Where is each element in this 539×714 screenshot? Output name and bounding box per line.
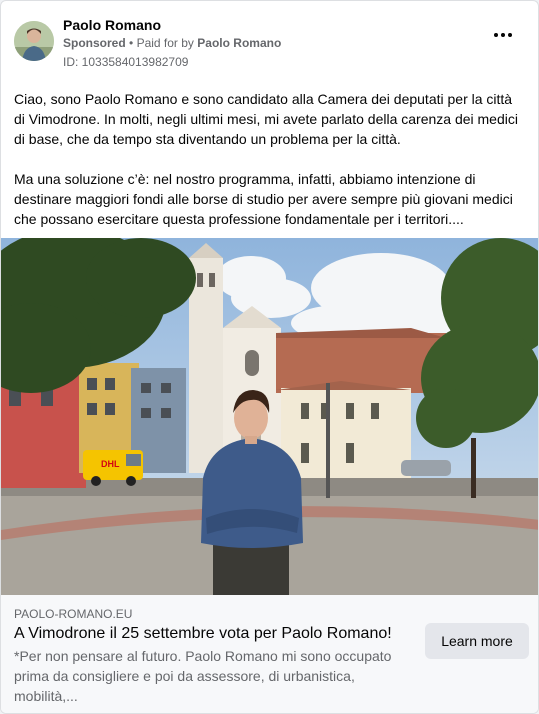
svg-text:DHL: DHL [101, 459, 120, 469]
sponsored-line: Sponsored • Paid for by Paolo Romano [63, 36, 281, 50]
paid-for-name: Paolo Romano [197, 36, 282, 50]
link-domain: PAOLO-ROMANO.EU [14, 607, 133, 621]
avatar[interactable] [14, 21, 54, 61]
post-paragraph-1: Ciao, sono Paolo Romano e sono candidato… [14, 91, 518, 147]
dot-separator: • [129, 36, 137, 50]
paid-for-label: Paid for by [136, 36, 194, 50]
post-paragraph-2: Ma una soluzione c’è: nel nostro program… [14, 171, 513, 227]
car [401, 460, 451, 476]
avatar-image [14, 21, 54, 61]
sponsored-post-card: Paolo Romano Sponsored • Paid for by Pao… [0, 0, 539, 714]
author-name[interactable]: Paolo Romano [63, 17, 161, 33]
post-header: Paolo Romano Sponsored • Paid for by Pao… [14, 15, 526, 75]
post-text: Ciao, sono Paolo Romano e sono candidato… [14, 89, 526, 249]
more-options-icon[interactable] [494, 33, 512, 39]
ad-id: ID: 1033584013982709 [63, 55, 189, 69]
link-description: *Per non pensare al futuro. Paolo Romano… [14, 648, 392, 704]
post-photo[interactable]: DHL [1, 238, 539, 595]
link-preview[interactable]: PAOLO-ROMANO.EU A Vimodrone il 25 settem… [1, 595, 538, 713]
link-headline[interactable]: A Vimodrone il 25 settembre vota per Pao… [14, 625, 392, 643]
learn-more-button[interactable]: Learn more [425, 623, 529, 659]
sponsored-label: Sponsored [63, 36, 126, 50]
